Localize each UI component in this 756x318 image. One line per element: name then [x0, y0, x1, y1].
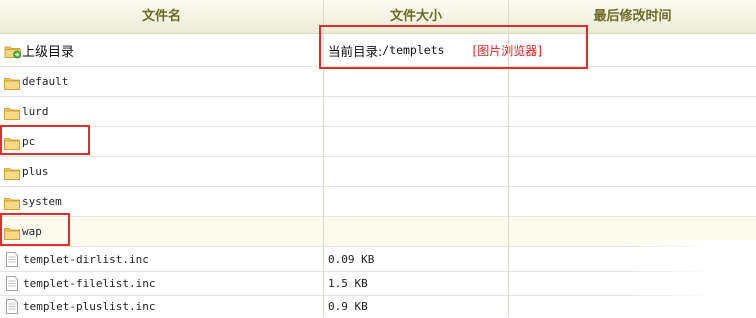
folder-row[interactable]: system — [0, 187, 756, 217]
folder-name[interactable]: lurd — [22, 105, 49, 118]
wap-folder-highlight — [0, 213, 70, 246]
document-icon — [6, 251, 18, 267]
edge-fade — [626, 240, 756, 317]
file-size: 0.09 KB — [328, 252, 375, 266]
parent-directory-link[interactable]: 上级目录 — [0, 34, 323, 66]
column-header-filename[interactable]: 文件名 — [0, 0, 323, 33]
current-directory-highlight — [319, 25, 588, 69]
file-name[interactable]: templet-pluslist.inc — [23, 300, 155, 313]
document-icon — [6, 299, 18, 314]
folder-name[interactable]: plus — [22, 165, 49, 178]
folder-row[interactable]: pc — [0, 127, 756, 157]
file-name[interactable]: templet-filelist.inc — [23, 277, 155, 290]
pc-folder-highlight — [0, 125, 90, 155]
file-size: 0.9 KB — [328, 300, 368, 313]
folder-icon — [4, 105, 20, 120]
file-size: 1.5 KB — [328, 277, 368, 290]
document-icon — [6, 276, 18, 291]
folder-row[interactable]: default — [0, 67, 756, 97]
folder-icon — [4, 165, 20, 180]
folder-icon — [4, 75, 20, 90]
folder-icon — [4, 195, 20, 210]
parent-directory-label: 上级目录 — [22, 44, 75, 60]
folder-up-arrow-icon — [4, 44, 21, 58]
folder-row[interactable]: lurd — [0, 97, 756, 127]
folder-row[interactable]: plus — [0, 157, 756, 187]
folder-name[interactable]: system — [22, 195, 62, 208]
folder-name[interactable]: default — [22, 75, 68, 88]
file-name[interactable]: templet-dirlist.inc — [23, 253, 149, 266]
